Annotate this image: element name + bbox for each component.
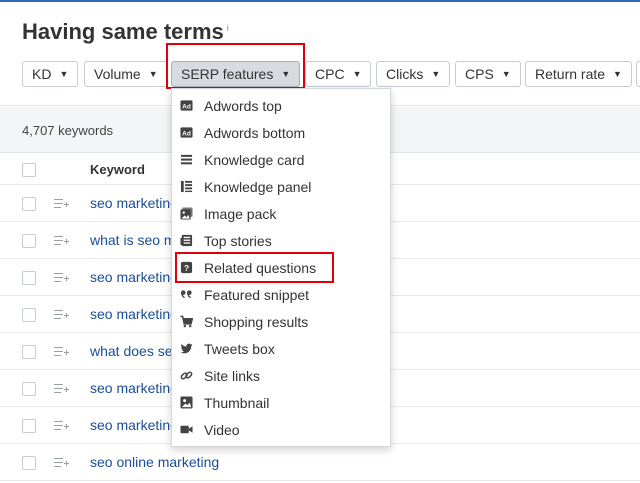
svg-text:Ad: Ad (182, 130, 191, 137)
filter-label: Return rate (535, 66, 606, 82)
keyword-link[interactable]: seo marketing (90, 269, 178, 285)
menu-item-label: Image pack (204, 205, 277, 222)
knowledge-panel-icon (179, 180, 193, 194)
caret-down-icon: ▼ (501, 69, 511, 79)
row-checkbox[interactable] (22, 308, 36, 322)
menu-item-label: Site links (204, 367, 261, 384)
menu-item-adwords-top[interactable]: Ad Adwords top (172, 92, 390, 119)
row-checkbox[interactable] (22, 345, 36, 359)
keyword-link[interactable]: seo online marketing (90, 454, 219, 470)
row-checkbox[interactable] (22, 234, 36, 248)
keyword-link[interactable]: what is seo m (90, 232, 176, 248)
add-to-list-icon[interactable] (54, 344, 69, 358)
menu-item-knowledge-panel[interactable]: Knowledge panel (172, 173, 390, 200)
add-to-list-icon[interactable] (54, 418, 69, 432)
caret-down-icon: ▼ (59, 69, 69, 79)
knowledge-card-icon (179, 153, 193, 167)
filter-label: Volume (94, 66, 141, 82)
filter-label: CPS (465, 66, 494, 82)
keyword-link[interactable]: seo marketing (90, 417, 178, 433)
add-to-list-icon[interactable] (54, 381, 69, 395)
page-title: Having same terms i (22, 19, 229, 45)
caret-down-icon: ▼ (613, 69, 622, 79)
newspaper-icon (179, 234, 193, 248)
menu-item-video[interactable]: Video (172, 416, 390, 443)
menu-item-label: Thumbnail (204, 394, 270, 411)
info-icon[interactable]: i (227, 23, 229, 33)
image-icon (179, 396, 193, 410)
caret-down-icon: ▼ (148, 69, 158, 79)
menu-item-label: Shopping results (204, 313, 309, 330)
link-icon (179, 369, 193, 383)
filter-label: Clicks (386, 66, 424, 82)
add-to-list-icon[interactable] (54, 233, 69, 247)
menu-item-label: Knowledge card (204, 151, 305, 168)
filter-cps-button[interactable]: CPS ▼ (455, 61, 521, 87)
filter-label: CPC (315, 66, 345, 82)
row-checkbox[interactable] (22, 271, 36, 285)
menu-item-label: Knowledge panel (204, 178, 312, 195)
filter-cpc-button[interactable]: CPC ▼ (305, 61, 372, 87)
add-to-list-icon[interactable] (54, 196, 69, 210)
menu-item-label: Adwords bottom (204, 124, 306, 141)
ad-icon: Ad (179, 126, 193, 140)
menu-item-top-stories[interactable]: Top stories (172, 227, 390, 254)
page-title-text: Having same terms (22, 19, 224, 44)
menu-item-featured-snippet[interactable]: Featured snippet (172, 281, 390, 308)
row-checkbox[interactable] (22, 456, 36, 470)
video-icon (179, 423, 193, 437)
caret-down-icon: ▼ (352, 69, 362, 79)
select-all-checkbox[interactable] (22, 163, 36, 177)
quote-icon (179, 288, 193, 302)
menu-item-label: Featured snippet (204, 286, 310, 303)
ad-icon: Ad (179, 99, 193, 113)
menu-item-adwords-bottom[interactable]: Ad Adwords bottom (172, 119, 390, 146)
menu-item-label: Adwords top (204, 97, 282, 114)
keyword-link[interactable]: seo marketing (90, 380, 178, 396)
menu-item-image-pack[interactable]: Image pack (172, 200, 390, 227)
add-to-list-icon[interactable] (54, 307, 69, 321)
row-checkbox[interactable] (22, 382, 36, 396)
row-checkbox[interactable] (22, 197, 36, 211)
add-to-list-icon[interactable] (54, 455, 69, 469)
row-checkbox[interactable] (22, 419, 36, 433)
keyword-count: 4,707 keywords (22, 123, 114, 138)
serp-features-highlight (166, 43, 305, 89)
svg-text:Ad: Ad (182, 103, 191, 110)
related-questions-highlight (175, 252, 334, 283)
menu-item-label: Tweets box (204, 340, 275, 357)
menu-item-thumbnail[interactable]: Thumbnail (172, 389, 390, 416)
filter-clicks-button[interactable]: Clicks ▼ (376, 61, 451, 87)
cart-icon (179, 315, 193, 329)
keyword-link[interactable]: what does se (90, 343, 173, 359)
menu-item-label: Video (204, 421, 240, 438)
filter-kd-button[interactable]: KD ▼ (22, 61, 79, 87)
menu-item-site-links[interactable]: Site links (172, 362, 390, 389)
twitter-icon (179, 342, 193, 356)
filter-volume-button[interactable]: Volume ▼ (84, 61, 168, 87)
table-row: seo online marketing (0, 444, 640, 481)
caret-down-icon: ▼ (431, 69, 441, 79)
keyword-column-header[interactable]: Keyword (90, 162, 145, 177)
menu-item-shopping-results[interactable]: Shopping results (172, 308, 390, 335)
filter-label: KD (32, 66, 52, 82)
add-to-list-icon[interactable] (54, 270, 69, 284)
menu-item-tweets-box[interactable]: Tweets box (172, 335, 390, 362)
image-pack-icon (179, 207, 193, 221)
keyword-link[interactable]: seo marketing (90, 306, 178, 322)
menu-item-knowledge-card[interactable]: Knowledge card (172, 146, 390, 173)
keyword-link[interactable]: seo marketing (90, 195, 178, 211)
filter-return-rate-button[interactable]: Return rate ▼ (525, 61, 632, 87)
menu-item-label: Top stories (204, 232, 272, 249)
filter-more-button[interactable] (636, 61, 640, 87)
